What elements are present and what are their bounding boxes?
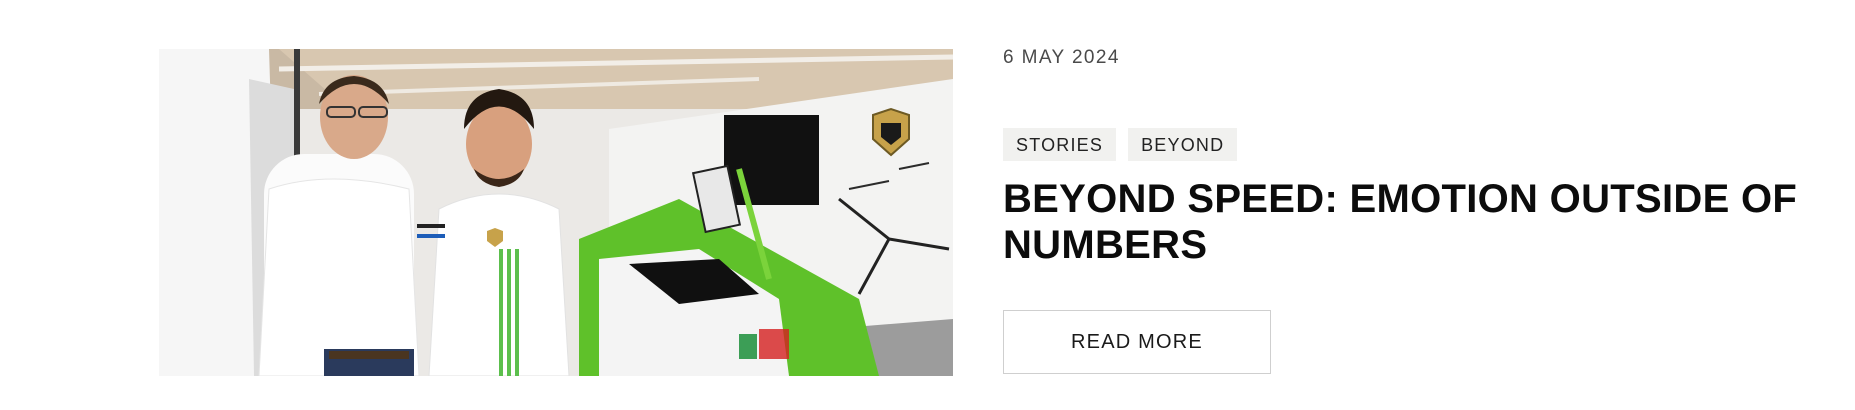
tag-beyond[interactable]: BEYOND: [1128, 128, 1238, 161]
tag-list: STORIES BEYOND: [1003, 128, 1238, 161]
article-image[interactable]: [159, 49, 953, 376]
article-card: 6 MAY 2024 STORIES BEYOND BEYOND SPEED: …: [0, 0, 1855, 410]
article-content: 6 MAY 2024 STORIES BEYOND BEYOND SPEED: …: [1003, 46, 1823, 374]
tag-stories[interactable]: STORIES: [1003, 128, 1117, 161]
article-date: 6 MAY 2024: [1003, 47, 1120, 68]
article-title[interactable]: BEYOND SPEED: EMOTION OUTSIDE OF NUMBERS: [1003, 176, 1803, 268]
read-more-button[interactable]: READ MORE: [1003, 310, 1271, 374]
